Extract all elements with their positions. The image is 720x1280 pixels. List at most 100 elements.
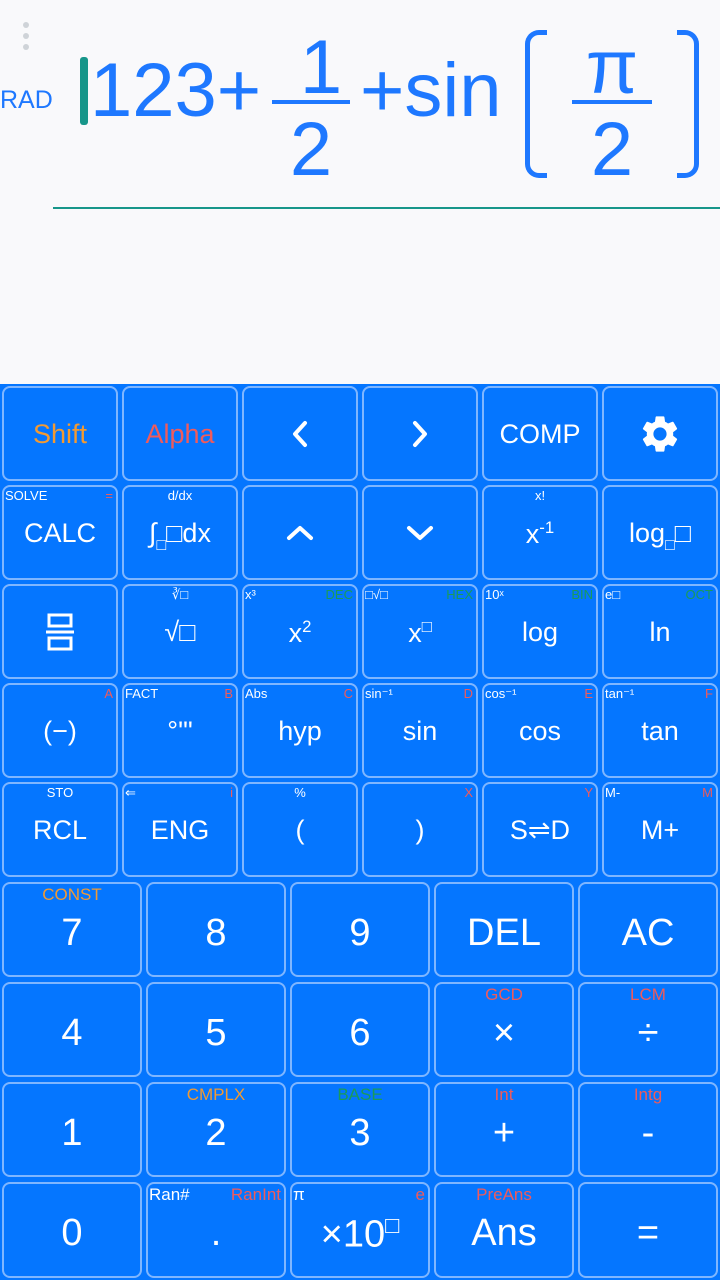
minus-label: - xyxy=(641,1112,655,1154)
digit-6-key[interactable]: 6 xyxy=(290,982,430,1077)
digit-7-key[interactable]: CONST 7 xyxy=(2,882,142,977)
square-key[interactable]: x³ DEC x2 xyxy=(242,584,358,679)
ans-key[interactable]: PreAns Ans xyxy=(434,1182,574,1278)
menu-dots-icon[interactable] xyxy=(20,22,32,58)
power-base-label: HEX xyxy=(446,587,473,602)
minus-key[interactable]: Intg - xyxy=(578,1082,718,1177)
shift-key[interactable]: Shift xyxy=(2,386,118,481)
equals-label: = xyxy=(636,1212,660,1254)
ans-alpha-label: PreAns xyxy=(476,1185,532,1204)
cursor-right-key[interactable] xyxy=(362,386,478,481)
exponent-key[interactable]: π e ×10□ xyxy=(290,1182,430,1278)
inverse-key[interactable]: x! x-1 xyxy=(482,485,598,580)
cos-shift-label: cos⁻¹ xyxy=(485,686,517,701)
ans-label: Ans xyxy=(471,1212,537,1254)
square-base: x xyxy=(288,618,303,648)
cos-key[interactable]: cos⁻¹ E cos xyxy=(482,683,598,778)
right-bracket xyxy=(677,30,699,178)
left-paren-key[interactable]: % ( xyxy=(242,782,358,877)
exponent-alpha-label: e xyxy=(415,1185,425,1204)
digit-7-label: 7 xyxy=(61,912,83,954)
degree-label: °'" xyxy=(167,716,193,746)
degree-key[interactable]: FACT B °'" xyxy=(122,683,238,778)
ln-base-label: OCT xyxy=(685,587,713,602)
fraction-icon xyxy=(46,613,74,650)
settings-key[interactable] xyxy=(602,386,718,481)
divide-label: ÷ xyxy=(637,1012,659,1054)
digit-1-label: 1 xyxy=(61,1112,83,1154)
tan-shift-label: tan⁻¹ xyxy=(605,686,635,701)
multiply-key[interactable]: GCD × xyxy=(434,982,574,1077)
exponent-label: ×10□ xyxy=(292,1212,428,1257)
exponent-shift-label: π xyxy=(293,1185,305,1204)
square-sup: 2 xyxy=(302,617,312,636)
cos-label: cos xyxy=(518,716,562,746)
right-paren-label: ) xyxy=(415,815,425,845)
digit-4-label: 4 xyxy=(61,1012,83,1054)
eng-key[interactable]: ⇐ i ENG xyxy=(122,782,238,877)
decimal-key[interactable]: Ran# RanInt . xyxy=(146,1182,286,1278)
digit-8-key[interactable]: 8 xyxy=(146,882,286,977)
digit-3-key[interactable]: BASE 3 xyxy=(290,1082,430,1177)
divide-key[interactable]: LCM ÷ xyxy=(578,982,718,1077)
rcl-key[interactable]: STO RCL xyxy=(2,782,118,877)
log-base-text: log xyxy=(628,518,666,548)
left-paren-shift-label: % xyxy=(294,785,306,800)
calc-alpha-label: = xyxy=(105,488,113,503)
calc-key[interactable]: SOLVE = CALC xyxy=(2,485,118,580)
power-shift-label: □√□ xyxy=(365,587,388,602)
log-base-key[interactable]: log□□ xyxy=(602,485,718,580)
digit-0-key[interactable]: 0 xyxy=(2,1182,142,1278)
frac2-numerator: π xyxy=(585,25,639,110)
all-clear-key[interactable]: AC xyxy=(578,882,718,977)
inverse-base: x xyxy=(525,519,540,549)
m-plus-shift-label: M- xyxy=(605,785,621,800)
hyp-key[interactable]: Abs C hyp xyxy=(242,683,358,778)
exponent-sup: □ xyxy=(385,1212,400,1238)
eng-shift-label: ⇐ xyxy=(125,785,136,800)
rcl-label: RCL xyxy=(32,815,87,845)
plus-key[interactable]: Int + xyxy=(434,1082,574,1177)
digit-2-key[interactable]: CMPLX 2 xyxy=(146,1082,286,1177)
decimal-alpha-label: RanInt xyxy=(230,1185,281,1204)
equals-key[interactable]: = xyxy=(578,1182,718,1278)
digit-1-key[interactable]: 1 xyxy=(2,1082,142,1177)
right-paren-alpha-label: X xyxy=(464,785,473,800)
hyp-alpha-label: C xyxy=(343,686,353,701)
input-underline xyxy=(53,207,720,209)
digit-4-key[interactable]: 4 xyxy=(2,982,142,1077)
negative-key[interactable]: A (−) xyxy=(2,683,118,778)
frac1-bar xyxy=(272,100,350,104)
s-to-d-key[interactable]: Y S⇌D xyxy=(482,782,598,877)
tan-key[interactable]: tan⁻¹ F tan xyxy=(602,683,718,778)
integral-shift-label: d/dx xyxy=(167,488,193,503)
ln-key[interactable]: e□ OCT ln xyxy=(602,584,718,679)
left-bracket xyxy=(525,30,547,178)
m-plus-key[interactable]: M- M M+ xyxy=(602,782,718,877)
cursor-up-key[interactable] xyxy=(242,485,358,580)
sin-key[interactable]: sin⁻¹ D sin xyxy=(362,683,478,778)
comp-mode-key[interactable]: COMP xyxy=(482,386,598,481)
negative-label: (−) xyxy=(43,716,77,746)
digit-9-label: 9 xyxy=(349,912,371,954)
alpha-key[interactable]: Alpha xyxy=(122,386,238,481)
log-base-label: BIN xyxy=(571,587,593,602)
log-key[interactable]: 10ˣ BIN log xyxy=(482,584,598,679)
right-paren-key[interactable]: X ) xyxy=(362,782,478,877)
digit-9-key[interactable]: 9 xyxy=(290,882,430,977)
chevron-up-icon xyxy=(287,525,313,540)
sqrt-key[interactable]: ∛□ √□ xyxy=(122,584,238,679)
expression-input[interactable]: 123+ 1 2 +sin π 2 xyxy=(80,0,720,200)
fraction-key[interactable] xyxy=(2,584,118,679)
cursor-left-key[interactable] xyxy=(242,386,358,481)
s-to-d-alpha-label: Y xyxy=(584,785,593,800)
cos-alpha-label: E xyxy=(584,686,593,701)
integral-dx: dx xyxy=(182,518,211,548)
power-key[interactable]: □√□ HEX x□ xyxy=(362,584,478,679)
sqrt-label: √□ xyxy=(164,617,196,647)
degree-alpha-label: B xyxy=(224,686,233,701)
integral-key[interactable]: d/dx ∫□□dx xyxy=(122,485,238,580)
digit-5-key[interactable]: 5 xyxy=(146,982,286,1077)
delete-key[interactable]: DEL xyxy=(434,882,574,977)
cursor-down-key[interactable] xyxy=(362,485,478,580)
